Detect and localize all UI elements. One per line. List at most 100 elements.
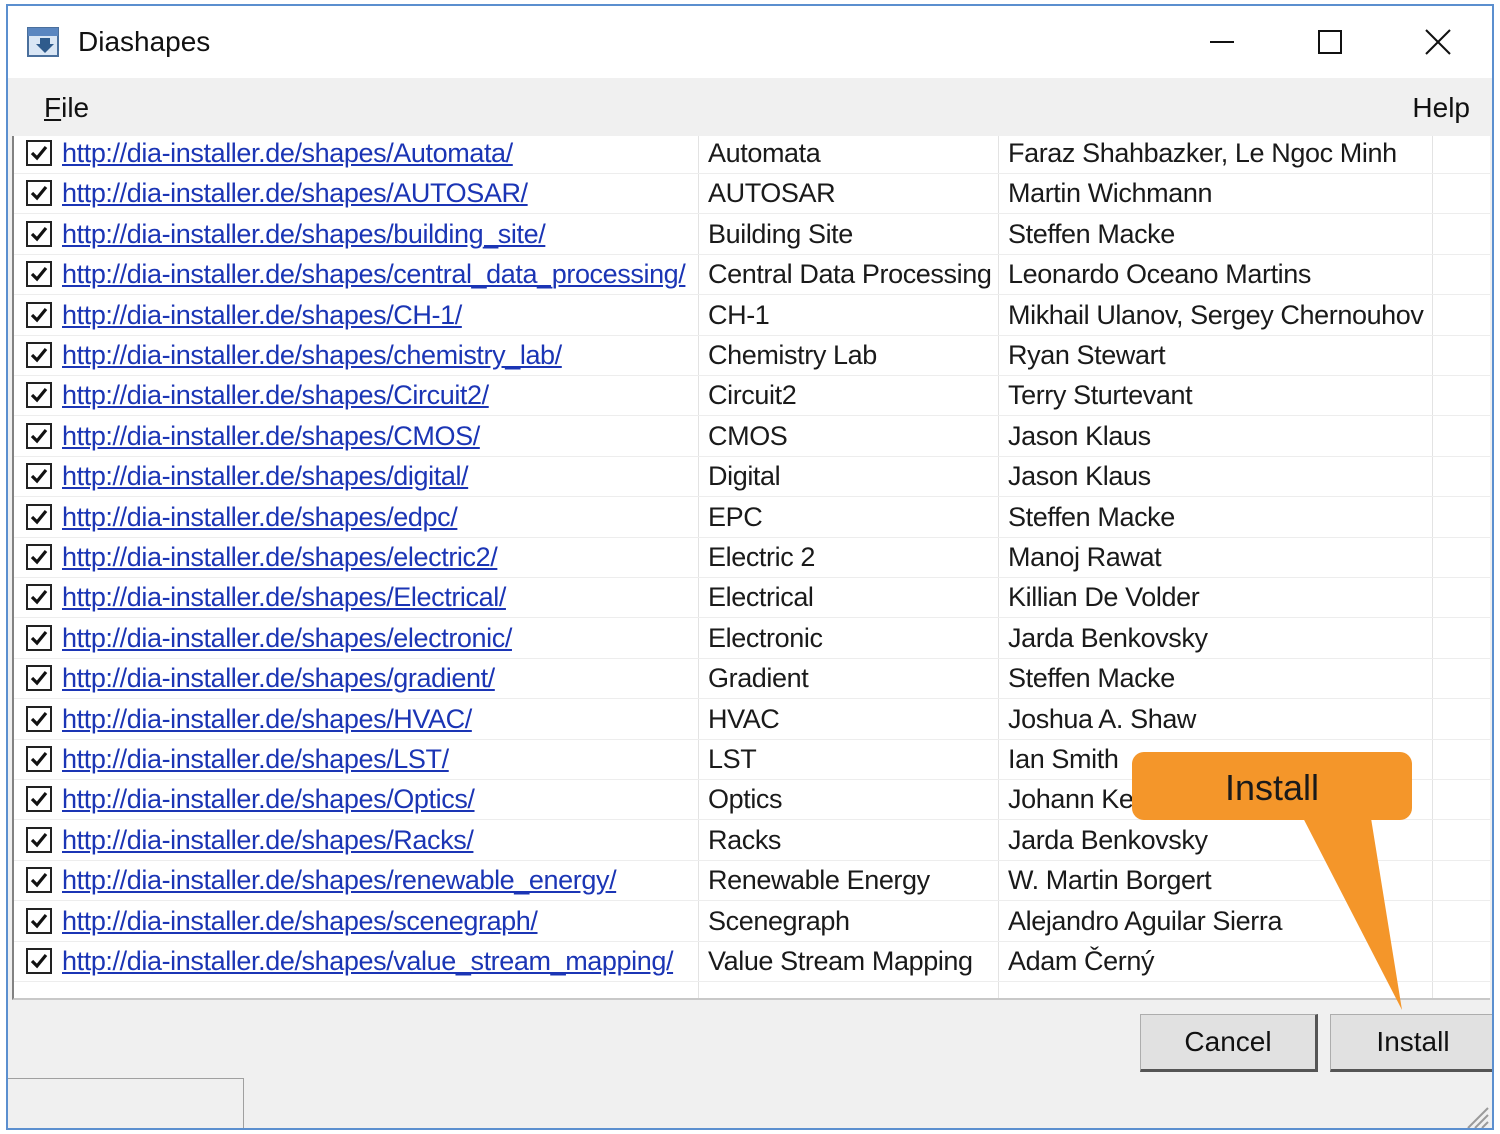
shape-url-link[interactable]: http://dia-installer.de/shapes/chemistry… <box>62 336 694 376</box>
shape-name: Optics <box>708 784 783 815</box>
checkmark-icon <box>30 953 48 969</box>
row-checkbox[interactable] <box>26 624 52 651</box>
table-row[interactable]: http://dia-installer.de/shapes/value_str… <box>14 942 1490 982</box>
shape-url-link[interactable]: http://dia-installer.de/shapes/digital/ <box>62 457 694 497</box>
row-checkbox[interactable] <box>26 220 52 247</box>
row-checkbox[interactable] <box>26 948 52 974</box>
shapes-list[interactable]: http://dia-installer.de/shapes/Automata/… <box>12 136 1490 1000</box>
table-row[interactable]: http://dia-installer.de/shapes/central_d… <box>14 255 1490 296</box>
table-row[interactable]: http://dia-installer.de/shapes/Racks/Rac… <box>14 821 1490 861</box>
shape-name: Circuit2 <box>708 380 797 411</box>
cancel-button[interactable]: Cancel <box>1140 1014 1318 1072</box>
shape-name: Building Site <box>708 218 853 249</box>
row-checkbox[interactable] <box>26 261 52 288</box>
table-row[interactable]: http://dia-installer.de/shapes/scenegrap… <box>14 902 1490 942</box>
shape-author: Adam Černý <box>1008 946 1155 976</box>
shape-url-link[interactable]: http://dia-installer.de/shapes/Racks/ <box>62 821 694 861</box>
row-checkbox[interactable] <box>26 746 52 772</box>
checkmark-icon <box>30 428 48 444</box>
checkmark-icon <box>30 671 48 686</box>
row-checkbox[interactable] <box>26 342 52 368</box>
checkmark-icon <box>30 307 48 322</box>
row-checkbox[interactable] <box>26 786 52 813</box>
table-row[interactable]: http://dia-installer.de/shapes/electric2… <box>14 538 1490 578</box>
row-checkbox[interactable] <box>26 907 52 934</box>
table-row[interactable]: http://dia-installer.de/shapes/Electrica… <box>14 578 1490 619</box>
table-row[interactable]: http://dia-installer.de/shapes/electroni… <box>14 619 1490 659</box>
table-row[interactable]: http://dia-installer.de/shapes/renewable… <box>14 861 1490 902</box>
close-button[interactable] <box>1384 6 1492 78</box>
shape-name: Value Stream Mapping <box>708 946 973 976</box>
shape-name: Chemistry Lab <box>708 340 877 370</box>
shape-url-link[interactable]: http://dia-installer.de/shapes/electric2… <box>62 538 694 578</box>
row-checkbox[interactable] <box>26 503 52 530</box>
menu-file[interactable]: File <box>44 92 89 124</box>
shape-author: W. Martin Borgert <box>1008 865 1212 896</box>
shape-url-link[interactable]: http://dia-installer.de/shapes/CMOS/ <box>62 417 694 457</box>
shape-url-link[interactable]: http://dia-installer.de/shapes/Electrica… <box>62 578 694 618</box>
checkmark-icon <box>30 792 48 807</box>
table-row[interactable]: http://dia-installer.de/shapes/chemistry… <box>14 336 1490 376</box>
table-row[interactable]: http://dia-installer.de/shapes/Circuit2/… <box>14 376 1490 417</box>
table-row[interactable]: http://dia-installer.de/shapes/CH-1/CH-1… <box>14 296 1490 336</box>
install-button[interactable]: Install <box>1330 1014 1492 1072</box>
minimize-button[interactable] <box>1168 6 1276 78</box>
resize-grip-icon[interactable] <box>1462 1102 1490 1130</box>
shape-author: Jarda Benkovsky <box>1008 824 1208 855</box>
shape-name: Electrical <box>708 582 814 613</box>
shape-url-link[interactable]: http://dia-installer.de/shapes/gradient/ <box>62 659 694 699</box>
shape-url-link[interactable]: http://dia-installer.de/shapes/Circuit2/ <box>62 376 694 416</box>
minimize-icon <box>1210 41 1234 43</box>
row-checkbox[interactable] <box>26 422 52 449</box>
row-checkbox[interactable] <box>26 705 52 732</box>
title-bar[interactable]: Diashapes <box>8 6 1492 78</box>
shape-url-link[interactable]: http://dia-installer.de/shapes/scenegrap… <box>62 902 694 942</box>
shape-url-link[interactable]: http://dia-installer.de/shapes/central_d… <box>62 255 694 295</box>
shape-url-link[interactable]: http://dia-installer.de/shapes/Automata/ <box>62 136 694 174</box>
maximize-icon <box>1318 30 1342 54</box>
table-row[interactable]: http://dia-installer.de/shapes/CMOS/CMOS… <box>14 417 1490 457</box>
table-row[interactable]: http://dia-installer.de/shapes/digital/D… <box>14 457 1490 498</box>
row-checkbox[interactable] <box>26 140 52 166</box>
table-row[interactable]: http://dia-installer.de/shapes/building_… <box>14 215 1490 255</box>
shape-name: Gradient <box>708 663 809 694</box>
shape-author: Martin Wichmann <box>1008 178 1213 209</box>
row-checkbox[interactable] <box>26 665 52 692</box>
shape-author: Jason Klaus <box>1008 420 1151 451</box>
table-row[interactable]: http://dia-installer.de/shapes/gradient/… <box>14 659 1490 700</box>
table-row[interactable]: http://dia-installer.de/shapes/edpc/EPC S… <box>14 498 1490 538</box>
checkmark-icon <box>30 388 48 403</box>
menu-help[interactable]: Help <box>1412 92 1470 124</box>
shape-url-link[interactable]: http://dia-installer.de/shapes/LST/ <box>62 740 694 780</box>
shape-name: Renewable Energy <box>708 865 930 896</box>
checkmark-icon <box>30 226 48 242</box>
shape-url-link[interactable]: http://dia-installer.de/shapes/CH-1/ <box>62 296 694 336</box>
shape-url-link[interactable]: http://dia-installer.de/shapes/AUTOSAR/ <box>62 174 694 214</box>
row-checkbox[interactable] <box>26 544 52 570</box>
checkmark-icon <box>30 509 48 524</box>
row-checkbox[interactable] <box>26 867 52 894</box>
shape-url-link[interactable]: http://dia-installer.de/shapes/HVAC/ <box>62 700 694 740</box>
maximize-button[interactable] <box>1276 6 1384 78</box>
shape-url-link[interactable]: http://dia-installer.de/shapes/renewable… <box>62 861 694 901</box>
shape-url-link[interactable]: http://dia-installer.de/shapes/value_str… <box>62 942 694 982</box>
row-checkbox[interactable] <box>26 584 52 611</box>
checkmark-icon <box>30 145 48 161</box>
shape-author: Joshua A. Shaw <box>1008 703 1197 734</box>
table-row[interactable]: http://dia-installer.de/shapes/HVAC/HVAC… <box>14 700 1490 740</box>
row-checkbox[interactable] <box>26 382 52 409</box>
checkmark-icon <box>30 832 48 848</box>
shape-url-link[interactable]: http://dia-installer.de/shapes/electroni… <box>62 619 694 659</box>
shape-url-link[interactable]: http://dia-installer.de/shapes/building_… <box>62 215 694 255</box>
table-row[interactable]: http://dia-installer.de/shapes/AUTOSAR/A… <box>14 174 1490 215</box>
shape-url-link[interactable]: http://dia-installer.de/shapes/edpc/ <box>62 498 694 538</box>
row-checkbox[interactable] <box>26 301 52 328</box>
shape-name: Central Data Processing <box>708 259 992 290</box>
row-checkbox[interactable] <box>26 180 52 207</box>
table-row[interactable]: http://dia-installer.de/shapes/Automata/… <box>14 136 1490 174</box>
shape-url-link[interactable]: http://dia-installer.de/shapes/Optics/ <box>62 780 694 820</box>
shape-name: Scenegraph <box>708 905 850 936</box>
row-checkbox[interactable] <box>26 463 52 490</box>
app-icon <box>27 27 59 57</box>
row-checkbox[interactable] <box>26 826 52 853</box>
